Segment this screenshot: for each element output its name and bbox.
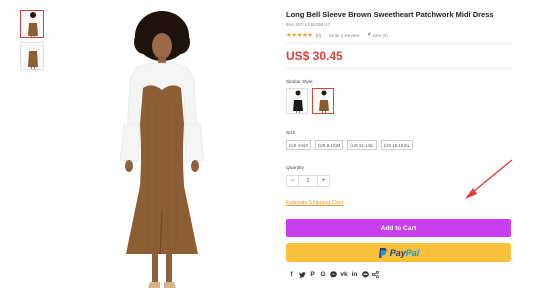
social-share-bar: f P G vk in xyxy=(288,271,383,278)
line-icon[interactable] xyxy=(361,271,369,278)
size-option-s[interactable]: (US 4-6)S xyxy=(286,140,312,150)
paypal-wordmark-pay: Pay xyxy=(389,247,406,258)
divider xyxy=(286,43,512,44)
similar-style-option-black[interactable] xyxy=(286,88,308,114)
thumbnail-list xyxy=(20,10,46,74)
quantity-stepper: − 1 + xyxy=(286,175,330,187)
product-price: US$ 30.45 xyxy=(286,49,343,63)
share-icon[interactable] xyxy=(372,271,379,278)
linkedin-icon[interactable]: in xyxy=(351,271,358,278)
add-to-cart-button[interactable]: Add to Cart xyxy=(286,219,511,237)
paypal-wordmark-pal: Pal xyxy=(405,247,420,258)
black-dress-swatch-image xyxy=(293,90,303,113)
paypal-wordmark: PayPal xyxy=(390,248,420,258)
product-title: Long Bell Sleeve Brown Sweetheart Patchw… xyxy=(286,10,494,19)
product-info: Long Bell Sleeve Brown Sweetheart Patchw… xyxy=(286,10,512,69)
thumbnail-back[interactable] xyxy=(20,42,44,70)
item-number: Item NO: LC61054-17 xyxy=(286,22,331,27)
pinterest-icon[interactable]: P xyxy=(309,271,316,278)
thumbnail-front[interactable] xyxy=(20,10,44,38)
paypal-button[interactable]: PayPal xyxy=(286,243,511,262)
quantity-label: Quantity xyxy=(286,166,304,171)
dress-front-thumbnail-image xyxy=(28,12,38,37)
main-product-image xyxy=(88,6,236,292)
like-label: Like (0) xyxy=(372,32,388,38)
facebook-icon[interactable]: f xyxy=(288,271,295,278)
rating-row: ★★★★★ (0) Write a Review ♥ Like (0) xyxy=(286,31,512,39)
size-option-l[interactable]: (US 12-14)L xyxy=(347,140,377,150)
dress-back-thumbnail-image xyxy=(28,45,38,69)
size-option-xl[interactable]: (US 16-18)XL xyxy=(380,140,414,150)
star-rating-icon: ★★★★★ xyxy=(286,32,313,39)
similar-style-section: Similar Style xyxy=(286,80,338,114)
similar-style-swatches xyxy=(286,88,338,114)
write-review-link[interactable]: Write a Review xyxy=(329,33,359,38)
size-options: (US 4-6)S (US 8-10)M (US 12-14)L (US 16-… xyxy=(286,140,417,150)
paypal-logo-icon xyxy=(378,247,387,258)
similar-style-label: Similar Style xyxy=(286,80,313,85)
quantity-section: Quantity − 1 + xyxy=(286,166,330,187)
brown-dress-swatch-image xyxy=(319,90,329,113)
messenger-icon[interactable] xyxy=(330,271,337,278)
google-plus-icon[interactable]: G xyxy=(320,271,327,278)
size-section: Size (US 4-6)S (US 8-10)M (US 12-14)L (U… xyxy=(286,131,417,150)
twitter-icon[interactable] xyxy=(298,271,306,278)
similar-style-option-brown[interactable] xyxy=(312,88,334,114)
rating-count: (0) xyxy=(315,32,322,38)
estimate-shipping-link[interactable]: Estimate Shipping Cost xyxy=(286,200,343,206)
size-label: Size xyxy=(286,131,296,136)
vk-icon[interactable]: vk xyxy=(340,271,347,278)
size-option-m[interactable]: (US 8-10)M xyxy=(315,140,344,150)
heart-icon: ♥ xyxy=(367,32,371,38)
quantity-increase-button[interactable]: + xyxy=(317,175,330,187)
quantity-decrease-button[interactable]: − xyxy=(286,175,299,187)
divider xyxy=(286,68,512,69)
quantity-input[interactable]: 1 xyxy=(299,175,317,187)
like-button[interactable]: ♥ Like (0) xyxy=(367,32,388,38)
model-wearing-dress-image xyxy=(119,11,205,288)
